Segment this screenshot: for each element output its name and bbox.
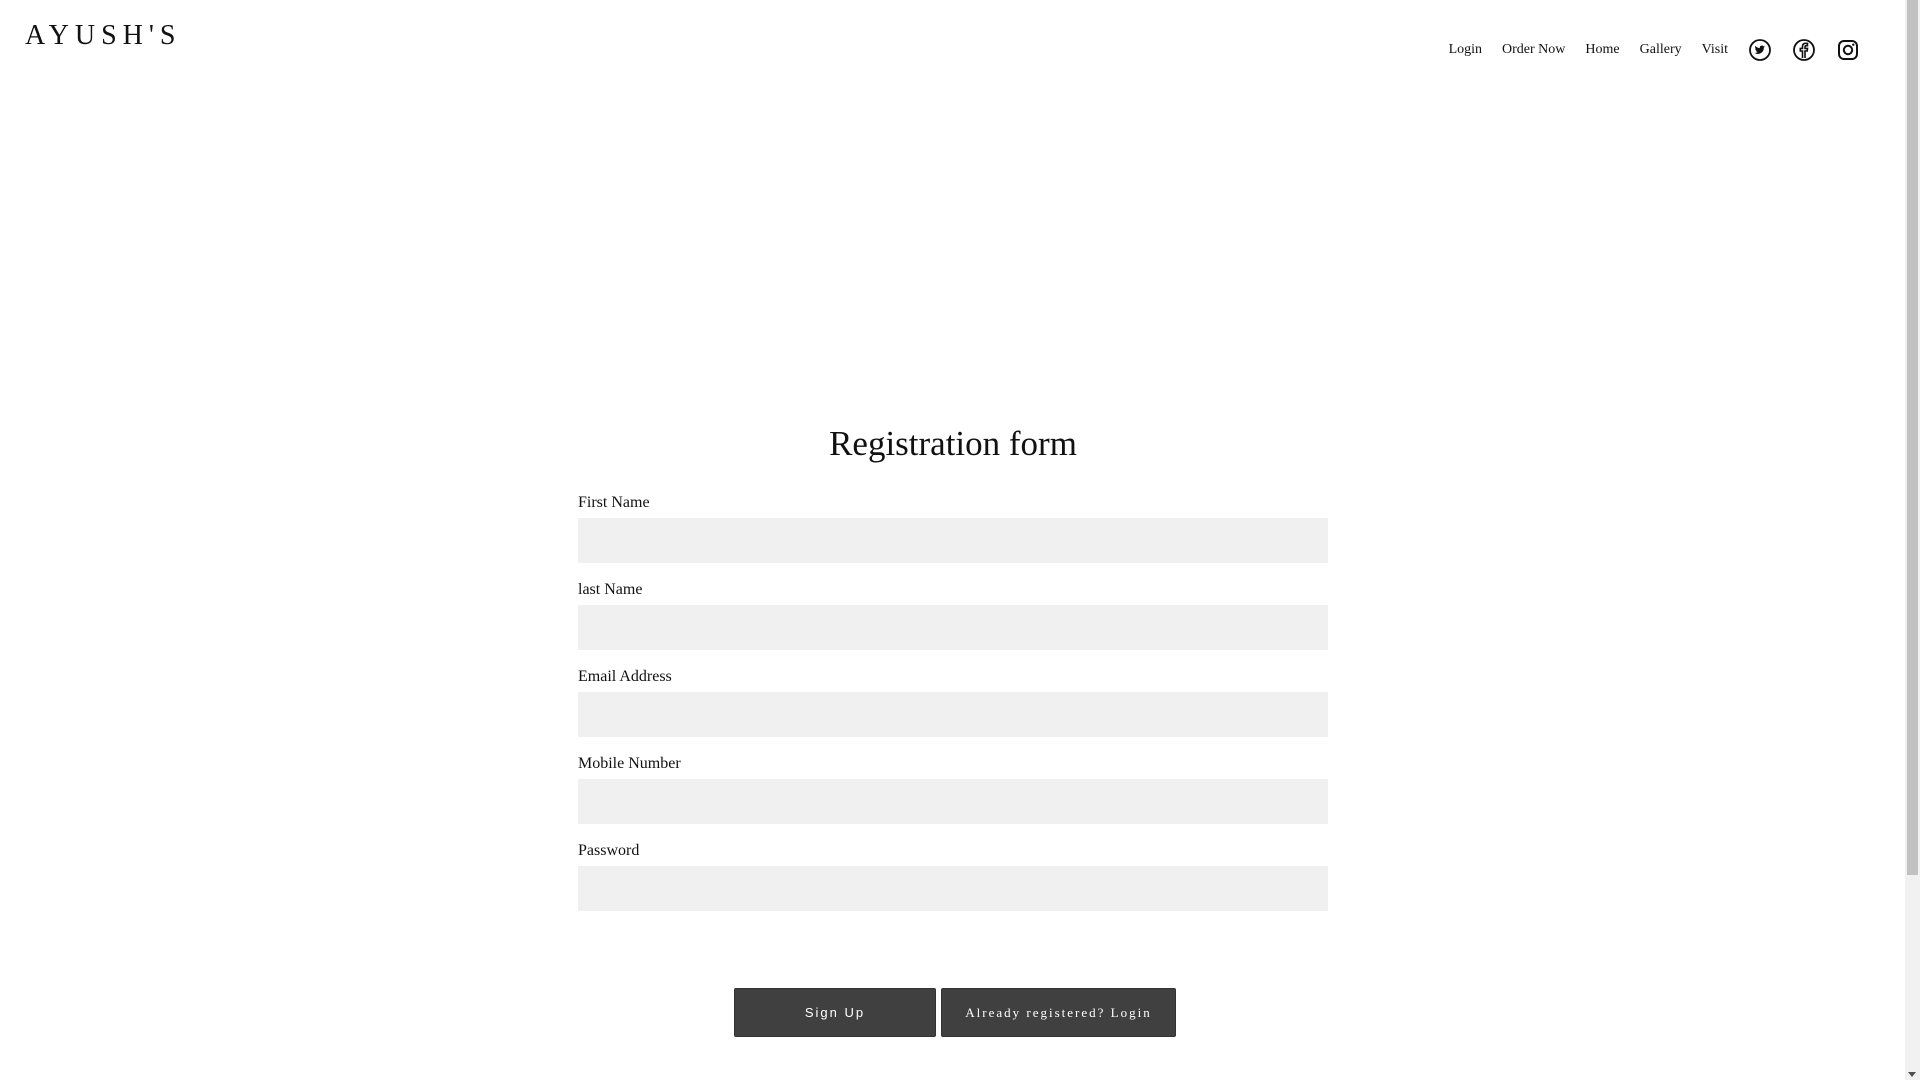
nav-home[interactable]: Home: [1585, 42, 1619, 58]
mobile-label: Mobile Number: [578, 755, 681, 772]
instagram-icon[interactable]: [1836, 38, 1860, 62]
nav-order-now[interactable]: Order Now: [1502, 42, 1565, 58]
first-name-label: First Name: [578, 494, 650, 511]
top-nav: Login Order Now Home Gallery Visit: [1449, 38, 1860, 62]
last-name-field: last Name: [578, 581, 1328, 650]
first-name-input[interactable]: [578, 518, 1328, 563]
scroll-down-arrow-icon[interactable]: [1908, 1072, 1916, 1077]
password-label: Password: [578, 842, 640, 859]
registration-form: Registration form First Name last Name E…: [578, 424, 1328, 929]
email-input[interactable]: [578, 692, 1328, 737]
brand-logo[interactable]: AYUSH'S: [25, 20, 182, 52]
nav-visit[interactable]: Visit: [1702, 42, 1728, 58]
first-name-field: First Name: [578, 494, 1328, 563]
form-buttons: Sign Up Already registered? Login: [734, 988, 1176, 1037]
mobile-input[interactable]: [578, 779, 1328, 824]
vertical-scrollbar[interactable]: [1905, 0, 1920, 1080]
password-input[interactable]: [578, 866, 1328, 911]
already-registered-login-button[interactable]: Already registered? Login: [941, 988, 1176, 1037]
password-field: Password: [578, 842, 1328, 911]
mobile-field: Mobile Number: [578, 755, 1328, 824]
sign-up-button[interactable]: Sign Up: [734, 988, 936, 1037]
email-field: Email Address: [578, 668, 1328, 737]
email-label: Email Address: [578, 668, 672, 685]
nav-gallery[interactable]: Gallery: [1640, 42, 1682, 58]
last-name-label: last Name: [578, 581, 643, 598]
nav-login[interactable]: Login: [1449, 42, 1482, 58]
last-name-input[interactable]: [578, 605, 1328, 650]
twitter-icon[interactable]: [1748, 38, 1772, 62]
form-title: Registration form: [829, 424, 1077, 463]
page: AYUSH'S Login Order Now Home Gallery Vis…: [0, 0, 1920, 1080]
scrollbar-thumb[interactable]: [1907, 0, 1918, 875]
facebook-icon[interactable]: [1792, 38, 1816, 62]
